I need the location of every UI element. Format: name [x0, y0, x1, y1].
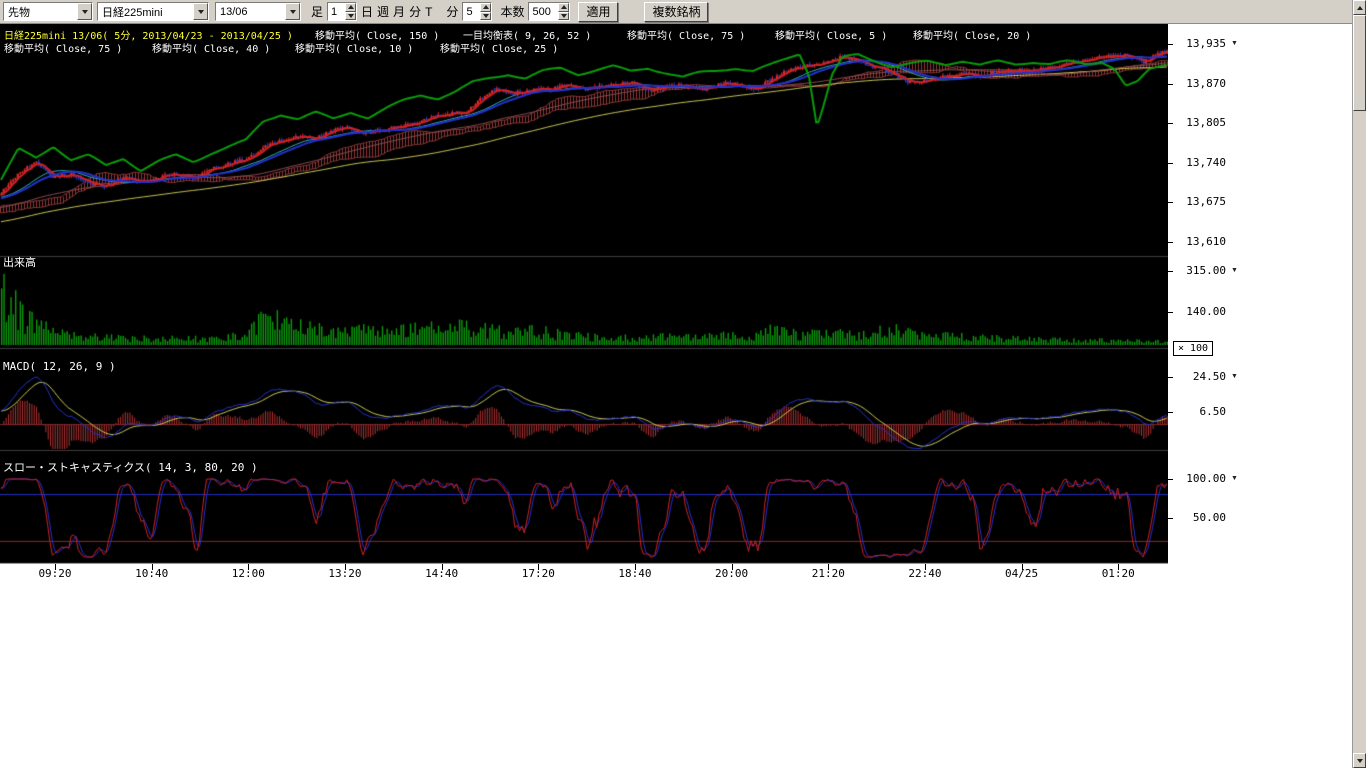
time-axis-tick: [152, 564, 153, 570]
price-axis-tick: [1168, 163, 1173, 164]
time-axis-tick: [538, 564, 539, 570]
scroll-down-button[interactable]: [1353, 753, 1366, 768]
time-axis-tick: [925, 564, 926, 570]
price-axis-tick: [1168, 202, 1173, 203]
stoch-axis-label: 50.00: [1174, 511, 1226, 524]
time-axis-tick: [1118, 564, 1119, 570]
price-axis-label: 13,870: [1174, 77, 1226, 90]
time-axis-tick: [55, 564, 56, 570]
scroll-up-button[interactable]: [1353, 0, 1366, 15]
stoch-scale-arrow[interactable]: ▼: [1231, 474, 1238, 483]
arrow-up-icon: [1357, 6, 1363, 10]
time-axis-tick: [248, 564, 249, 570]
price-axis-label: 13,740: [1174, 156, 1226, 169]
price-axis-label: 13,935: [1174, 37, 1226, 50]
macd-axis-label: 24.50: [1174, 370, 1226, 383]
time-axis-tick: [442, 564, 443, 570]
macd-axis-label: 6.50: [1174, 405, 1226, 418]
vertical-scrollbar[interactable]: [1352, 0, 1366, 768]
price-axis-label: 13,675: [1174, 195, 1226, 208]
macd-axis-tick: [1168, 377, 1173, 378]
price-axis-label: 13,805: [1174, 116, 1226, 129]
stoch-axis-tick: [1168, 479, 1173, 480]
arrow-down-icon: [1357, 759, 1363, 763]
volume-axis-label: 315.00: [1174, 264, 1226, 277]
price-axis-label: 13,610: [1174, 235, 1226, 248]
volume-axis-tick: [1168, 312, 1173, 313]
scrollbar-thumb[interactable]: [1353, 15, 1366, 111]
price-axis-tick: [1168, 84, 1173, 85]
time-axis-tick: [1022, 564, 1023, 570]
stoch-axis-tick: [1168, 518, 1173, 519]
stoch-axis-label: 100.00: [1174, 472, 1226, 485]
time-axis-tick: [635, 564, 636, 570]
macd-scale-arrow[interactable]: ▼: [1231, 372, 1238, 381]
volume-axis-label: 140.00: [1174, 305, 1226, 318]
price-scale-arrow[interactable]: ▼: [1231, 39, 1238, 48]
volume-axis-tick: [1168, 271, 1173, 272]
time-axis-tick: [828, 564, 829, 570]
price-axis-tick: [1168, 123, 1173, 124]
price-axis-tick: [1168, 44, 1173, 45]
axis-overlays: 13,935 ▼ 13,870 13,805 13,740 13,675 13,610 315…: [0, 0, 1366, 768]
app-window: 先物 日経225mini 13/06 足 1 日 週 月 分 T 分 5 本数 …: [0, 0, 1366, 768]
macd-axis-tick: [1168, 412, 1173, 413]
time-axis-tick: [732, 564, 733, 570]
volume-scale-arrow[interactable]: ▼: [1231, 266, 1238, 275]
price-axis-tick: [1168, 242, 1173, 243]
time-axis-tick: [345, 564, 346, 570]
